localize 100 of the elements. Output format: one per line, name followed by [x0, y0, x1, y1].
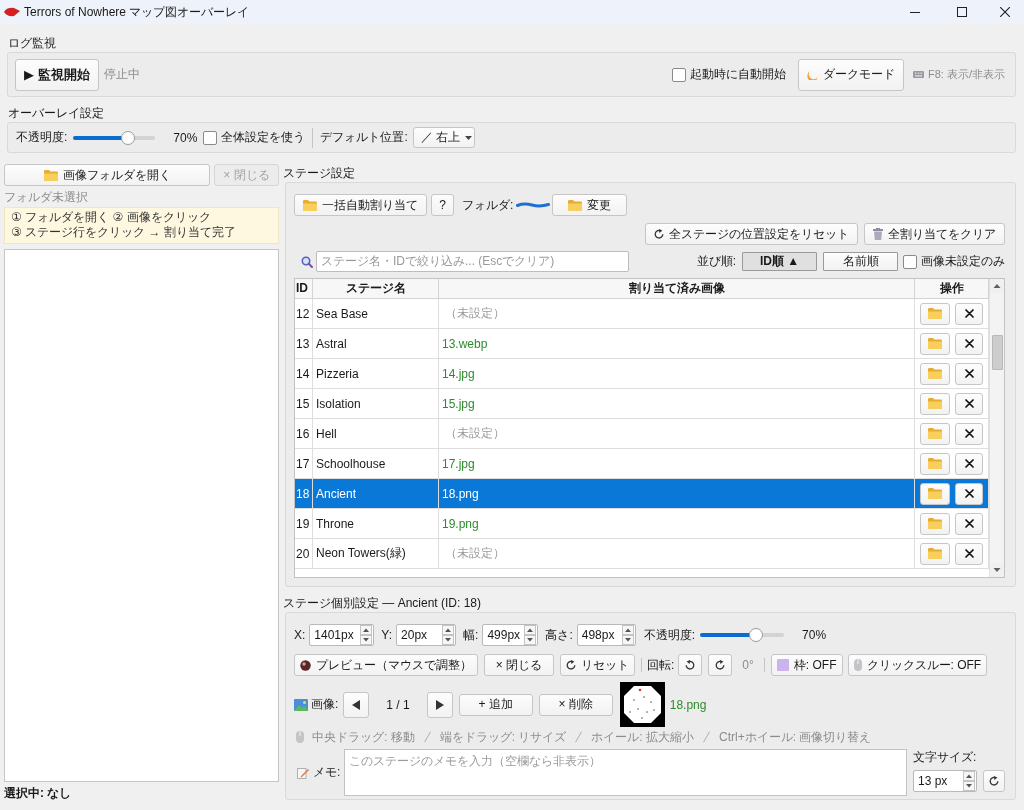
start-monitoring-button[interactable]: ▶ 監視開始: [15, 58, 99, 91]
table-cell: Astral: [313, 329, 439, 358]
reset-button[interactable]: リセット: [560, 654, 635, 676]
folder-icon: [928, 308, 942, 319]
checkbox[interactable]: [672, 67, 686, 82]
rotate-left-button[interactable]: [678, 654, 703, 676]
preview-button[interactable]: プレビュー（マウスで調整）: [294, 654, 478, 676]
folder-label: フォルダ:: [462, 196, 514, 214]
dark-mode-button[interactable]: ダークモード: [798, 58, 904, 91]
position-dropdown[interactable]: ／ 右上: [412, 127, 475, 148]
table-row[interactable]: 13 Astral 13.webp: [295, 329, 989, 359]
hint-text: Ctrl+ホイール: 画像切り替え: [719, 728, 872, 746]
remove-button[interactable]: [955, 542, 983, 565]
number-field[interactable]: 498px: [576, 624, 636, 646]
scrollbar[interactable]: [989, 279, 1004, 577]
remove-button[interactable]: [955, 452, 983, 475]
table-cell: 17: [295, 449, 313, 478]
stepper-icon[interactable]: [442, 625, 455, 645]
table-row[interactable]: 20 Neon Towers(緑) （未設定）: [295, 539, 989, 569]
remove-button[interactable]: [955, 332, 983, 355]
table-cell: （未設定）: [439, 419, 915, 448]
checkbox[interactable]: [203, 130, 218, 145]
column-header: ID: [295, 279, 313, 298]
position-label: デフォルト位置:: [320, 129, 408, 146]
table-cell: 15: [295, 389, 313, 418]
stepper-icon[interactable]: [963, 771, 975, 791]
stepper-icon[interactable]: [621, 625, 634, 645]
close-preview-button[interactable]: × 閉じる: [484, 654, 554, 676]
clear-assignments-button[interactable]: 全割り当てをクリア: [864, 223, 1005, 245]
image-filename: 18.png: [669, 697, 707, 712]
checkbox[interactable]: [903, 254, 917, 269]
image-icon: [294, 698, 308, 711]
remove-button[interactable]: [955, 512, 983, 535]
stepper-icon[interactable]: [524, 625, 537, 645]
auto-assign-button[interactable]: 一括自動割り当て: [294, 194, 427, 216]
number-field[interactable]: 499px: [482, 624, 539, 646]
section-title: オーバーレイ設定: [7, 105, 105, 122]
table-cell: 13: [295, 329, 313, 358]
remove-button[interactable]: [955, 482, 983, 505]
slider-thumb[interactable]: [749, 628, 764, 642]
scribble-icon: [516, 202, 551, 208]
table-row[interactable]: 19 Throne 19.png: [295, 509, 989, 539]
table-cell: （未設定）: [439, 539, 915, 568]
number-field[interactable]: 13 px: [913, 770, 977, 792]
hotkey-hint: F8: 表示/非表示: [928, 67, 1005, 82]
table-row[interactable]: 16 Hell （未設定）: [295, 419, 989, 449]
mouse-icon: [296, 731, 304, 743]
remove-button[interactable]: [955, 362, 983, 385]
field-label: X:: [294, 628, 306, 642]
table-cell: 13.webp: [439, 329, 915, 358]
image-counter: 1 / 1: [386, 697, 410, 712]
rotate-right-button[interactable]: [708, 654, 733, 676]
moon-icon: [807, 69, 818, 80]
previous-image-button[interactable]: [343, 691, 370, 718]
help-button[interactable]: ?: [431, 194, 454, 216]
table-cell: 19: [295, 509, 313, 538]
folder-icon: [928, 488, 942, 499]
folder-icon: [928, 458, 942, 469]
folder-icon: [928, 398, 942, 409]
table-cell: 15.jpg: [439, 389, 915, 418]
next-image-button[interactable]: [426, 691, 453, 718]
table-row[interactable]: 14 Pizzeria 14.jpg: [295, 359, 989, 389]
number-field[interactable]: 1401px: [309, 624, 375, 646]
opacity-slider[interactable]: [700, 628, 785, 642]
sort-button[interactable]: 名前順: [823, 252, 898, 271]
table-cell: Schoolhouse: [313, 449, 439, 478]
trash-icon: [873, 228, 883, 240]
table-cell: 19.png: [439, 509, 915, 538]
table-cell: Isolation: [313, 389, 439, 418]
add-image-button[interactable]: + 追加: [458, 693, 533, 716]
folder-icon: [43, 169, 58, 181]
table-cell: Ancient: [313, 479, 439, 508]
slider-thumb[interactable]: [120, 130, 135, 145]
reset-font-size-button[interactable]: [983, 770, 1005, 792]
folder-status: フォルダ未選択: [4, 190, 88, 204]
table-cell: 17.jpg: [439, 449, 915, 478]
assign-folder-button[interactable]: [920, 482, 950, 505]
prev-icon: [352, 699, 361, 710]
opacity-slider[interactable]: [73, 130, 156, 145]
table-row[interactable]: 15 Isolation 15.jpg: [295, 389, 989, 419]
reset-positions-button[interactable]: 全ステージの位置設定をリセット: [645, 223, 858, 245]
stepper-icon[interactable]: [360, 625, 373, 645]
scrollbar-thumb[interactable]: [991, 335, 1003, 370]
click-through-button[interactable]: クリックスルー: OFF: [847, 654, 988, 676]
remove-button[interactable]: [955, 392, 983, 415]
column-header: ステージ名: [313, 279, 439, 298]
table-row[interactable]: 18 Ancient 18.png: [295, 479, 989, 509]
sort-button[interactable]: ID順 ▲: [742, 252, 817, 271]
change-folder-button[interactable]: 変更: [552, 194, 628, 216]
open-folder-button[interactable]: 画像フォルダを開く: [4, 164, 210, 186]
remove-button[interactable]: [955, 422, 983, 445]
table-row[interactable]: 12 Sea Base （未設定）: [295, 299, 989, 329]
section-title: ステージ設定: [283, 165, 356, 182]
frame-toggle-button[interactable]: 枠: OFF: [770, 654, 843, 676]
remove-button[interactable]: [955, 302, 983, 325]
number-field[interactable]: 20px: [396, 624, 457, 646]
table-cell: Throne: [313, 509, 439, 538]
map-thumbnail-drawing: [619, 682, 665, 727]
folder-icon: [568, 199, 583, 211]
delete-image-button[interactable]: × 削除: [538, 693, 613, 716]
